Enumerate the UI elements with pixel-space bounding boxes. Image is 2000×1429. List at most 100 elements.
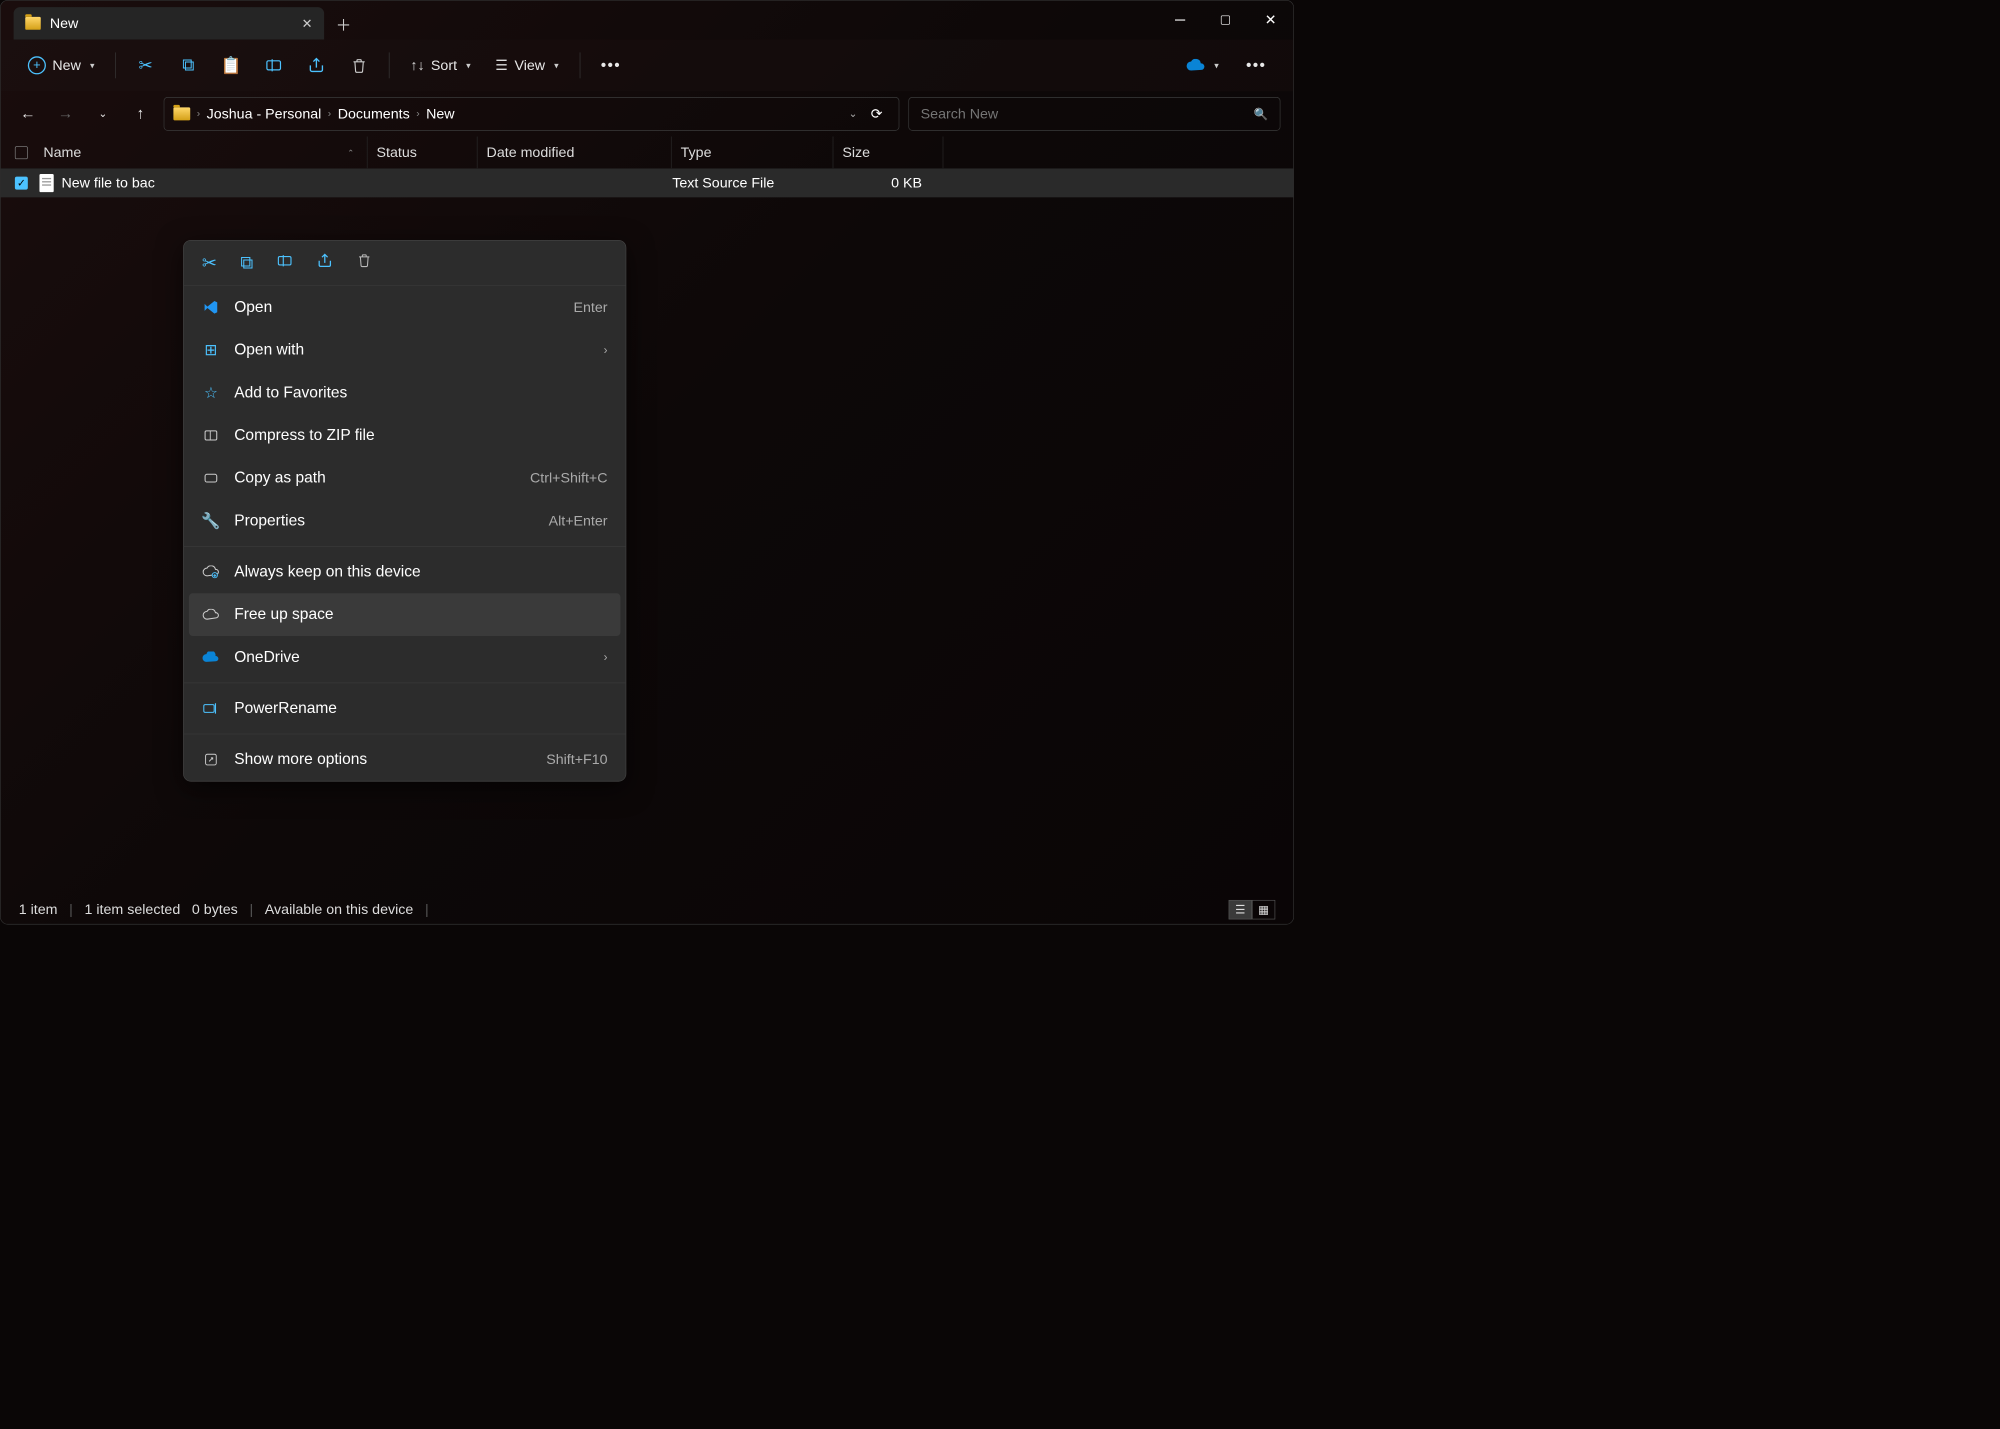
cloud-icon <box>1186 59 1205 72</box>
up-button[interactable]: ↑ <box>126 100 154 128</box>
paste-button[interactable]: 📋 <box>213 50 249 81</box>
file-size: 0 KB <box>825 175 922 192</box>
ctx-favorites[interactable]: ☆ Add to Favorites <box>184 371 626 414</box>
ctx-open[interactable]: Open Enter <box>184 286 626 329</box>
header-status[interactable]: Status <box>367 137 477 169</box>
status-bar: 1 item | 1 item selected 0 bytes | Avail… <box>1 895 1294 923</box>
column-headers: Name ⌃ Status Date modified Type Size <box>1 137 1294 169</box>
chevron-down-icon: ▾ <box>466 60 471 71</box>
file-explorer-window: New ✕ ＋ ✕ + New ▾ ✂ ⧉ 📋 ↑↓ So <box>0 0 1294 925</box>
expand-icon <box>202 752 220 766</box>
plus-circle-icon: + <box>28 56 46 74</box>
toolbar: + New ▾ ✂ ⧉ 📋 ↑↓ Sort ▾ ☰ View ▾ ••• <box>1 39 1294 91</box>
ctx-powerrename[interactable]: PowerRename <box>184 687 626 730</box>
delete-button[interactable] <box>341 50 377 81</box>
minimize-button[interactable] <box>1157 1 1202 40</box>
folder-icon <box>173 107 190 120</box>
onedrive-status-button[interactable]: ▾ <box>1177 52 1228 78</box>
rename-icon[interactable] <box>277 252 294 273</box>
chevron-down-icon: ▾ <box>1214 60 1219 71</box>
search-input[interactable] <box>921 105 1254 122</box>
new-tab-button[interactable]: ＋ <box>324 7 363 39</box>
search-icon: 🔍 <box>1254 107 1269 121</box>
file-name: New file to bac <box>61 175 359 192</box>
folder-icon <box>25 17 41 30</box>
zip-icon <box>202 428 220 444</box>
ctx-open-with[interactable]: ⊞ Open with › <box>184 329 626 372</box>
chevron-down-icon: ▾ <box>554 60 559 71</box>
nav-bar: ← → ⌄ ↑ › Joshua - Personal › Documents … <box>1 91 1294 136</box>
onedrive-icon <box>202 652 220 664</box>
vscode-icon <box>202 299 220 316</box>
file-type: Text Source File <box>663 175 825 192</box>
tab-new[interactable]: New ✕ <box>14 7 325 39</box>
header-type[interactable]: Type <box>672 137 834 169</box>
text-file-icon <box>39 174 53 192</box>
settings-more-button[interactable]: ••• <box>1237 50 1275 81</box>
recent-dropdown[interactable]: ⌄ <box>89 100 117 128</box>
copy-icon[interactable]: ⧉ <box>240 252 253 273</box>
ctx-onedrive[interactable]: OneDrive › <box>184 636 626 679</box>
details-view-button[interactable]: ☰ <box>1229 900 1252 919</box>
back-button[interactable]: ← <box>14 100 42 128</box>
close-tab-icon[interactable]: ✕ <box>302 15 313 31</box>
header-name[interactable]: Name ⌃ <box>15 137 368 169</box>
refresh-button[interactable]: ⟳ <box>864 105 890 122</box>
cut-icon[interactable]: ✂ <box>202 252 217 273</box>
ctx-properties[interactable]: 🔧 Properties Alt+Enter <box>184 499 626 542</box>
tiles-view-button[interactable]: ▦ <box>1252 900 1275 919</box>
view-toggle: ☰ ▦ <box>1229 900 1276 919</box>
sort-caret-icon: ⌃ <box>347 148 354 157</box>
crumb-segment[interactable]: Joshua - Personal <box>207 105 322 122</box>
ctx-always-keep[interactable]: Always keep on this device <box>184 551 626 594</box>
crumb-segment[interactable]: Documents <box>338 105 410 122</box>
context-quick-actions: ✂ ⧉ <box>184 241 626 286</box>
context-menu: ✂ ⧉ Open Enter ⊞ Open with › ☆ Add to Fa… <box>183 240 626 782</box>
close-button[interactable]: ✕ <box>1248 1 1293 40</box>
ctx-free-up-space[interactable]: Free up space <box>189 593 621 636</box>
list-icon: ☰ <box>495 57 508 74</box>
sort-button[interactable]: ↑↓ Sort ▾ <box>401 50 480 80</box>
view-button[interactable]: ☰ View ▾ <box>486 50 568 80</box>
file-row[interactable]: ✓ New file to bac Text Source File 0 KB <box>1 169 1294 197</box>
crumb-segment[interactable]: New <box>426 105 454 122</box>
chevron-down-icon: ▾ <box>90 60 95 71</box>
status-selected: 1 item selected <box>85 901 181 918</box>
title-bar: New ✕ ＋ ✕ <box>1 1 1294 40</box>
forward-button[interactable]: → <box>51 100 79 128</box>
cloud-download-icon <box>202 565 220 578</box>
status-bytes: 0 bytes <box>192 901 238 918</box>
share-icon[interactable] <box>317 252 334 273</box>
share-button[interactable] <box>298 50 334 81</box>
star-icon: ☆ <box>202 383 220 402</box>
status-availability: Available on this device <box>265 901 414 918</box>
ctx-show-more[interactable]: Show more options Shift+F10 <box>184 738 626 781</box>
rename-icon <box>202 702 220 715</box>
copy-button[interactable]: ⧉ <box>170 50 206 81</box>
header-date[interactable]: Date modified <box>477 137 671 169</box>
wrench-icon: 🔧 <box>202 511 220 530</box>
search-box[interactable]: 🔍 <box>908 97 1280 131</box>
more-button[interactable]: ••• <box>592 50 630 81</box>
chevron-right-icon: › <box>604 343 608 357</box>
open-with-icon: ⊞ <box>202 341 220 360</box>
select-all-checkbox[interactable] <box>15 146 28 159</box>
chevron-down-icon[interactable]: ⌄ <box>849 107 858 120</box>
breadcrumb[interactable]: › Joshua - Personal › Documents › New ⌄ … <box>164 97 900 131</box>
ctx-compress[interactable]: Compress to ZIP file <box>184 414 626 457</box>
maximize-button[interactable] <box>1203 1 1248 40</box>
status-item-count: 1 item <box>19 901 58 918</box>
sort-icon: ↑↓ <box>410 57 424 74</box>
cloud-icon <box>202 609 220 621</box>
rename-button[interactable] <box>256 50 292 81</box>
path-icon <box>202 470 220 486</box>
delete-icon[interactable] <box>357 252 373 273</box>
cut-button[interactable]: ✂ <box>127 50 163 81</box>
window-controls: ✕ <box>1157 1 1293 40</box>
ctx-copy-path[interactable]: Copy as path Ctrl+Shift+C <box>184 457 626 500</box>
header-size[interactable]: Size <box>833 137 943 169</box>
tab-title: New <box>50 15 293 32</box>
chevron-right-icon: › <box>604 651 608 665</box>
new-button[interactable]: + New ▾ <box>19 50 104 81</box>
row-checkbox[interactable]: ✓ <box>15 177 28 190</box>
